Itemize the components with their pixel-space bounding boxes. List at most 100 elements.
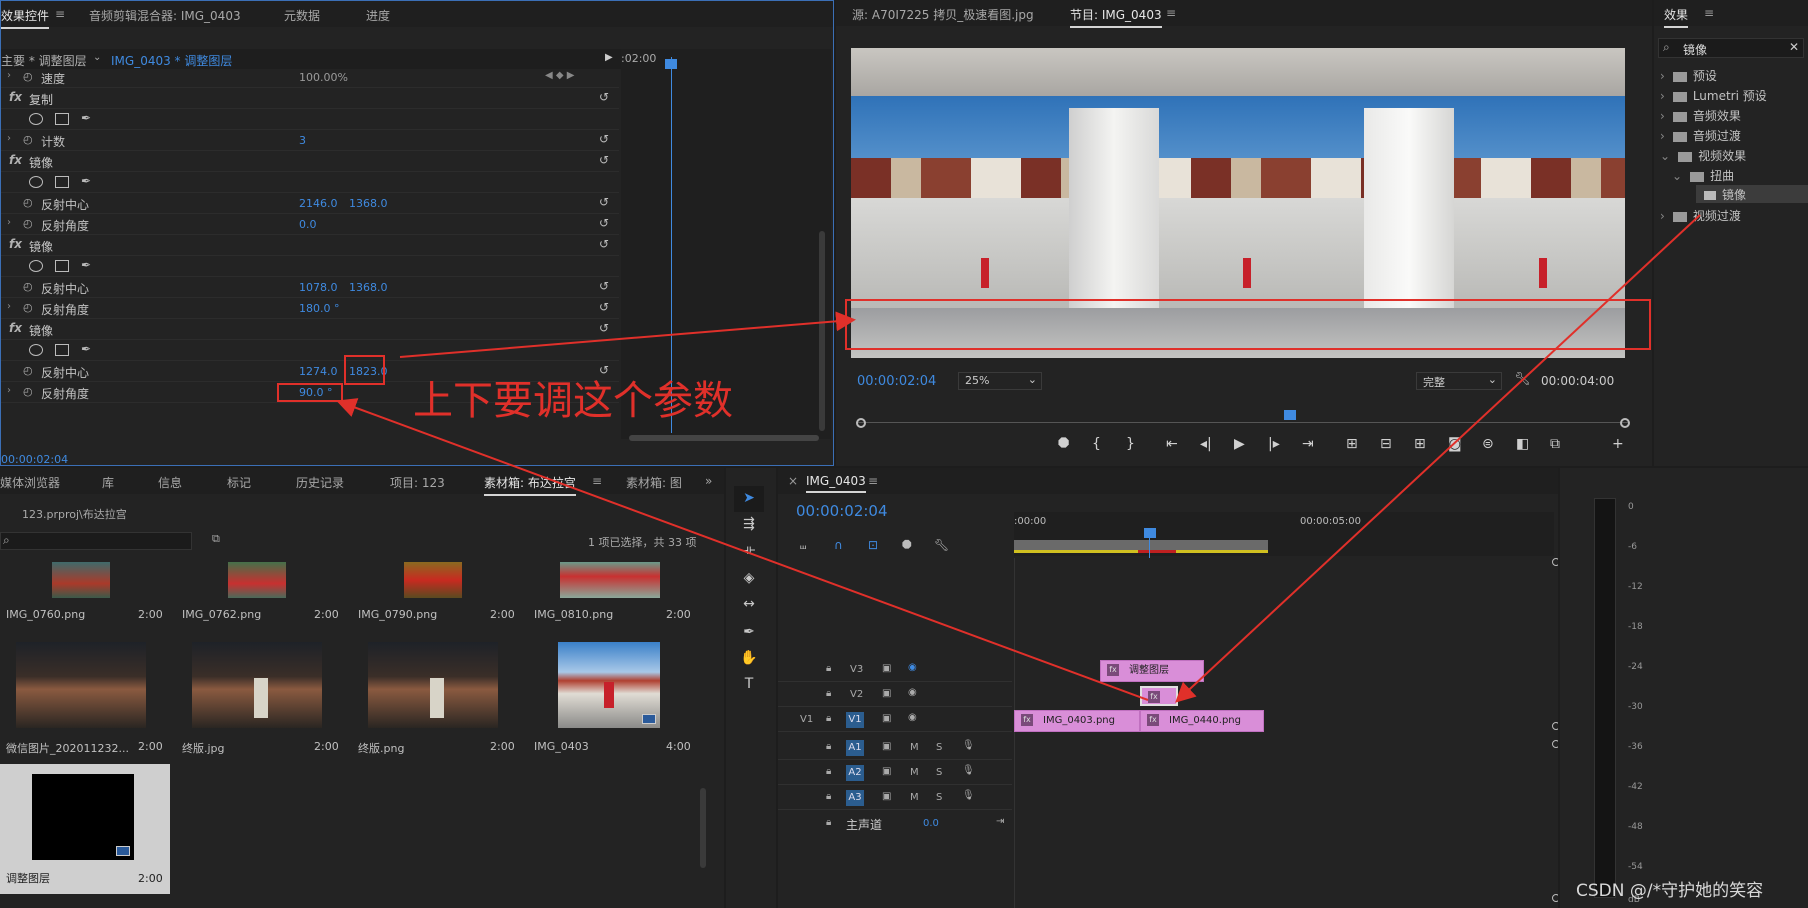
zoom-handle[interactable]	[1552, 558, 1558, 566]
mark-out-icon[interactable]: }	[1126, 436, 1135, 452]
ellipse-mask-icon[interactable]	[29, 260, 43, 272]
reset-icon[interactable]: ↺	[599, 300, 609, 314]
sync-lock-icon[interactable]: ▣	[882, 688, 891, 699]
tab-audio-clip-mixer[interactable]: 音频剪辑混合器: IMG_0403	[89, 7, 241, 24]
zoom-handle[interactable]	[1552, 722, 1558, 730]
reset-icon[interactable]: ↺	[599, 237, 609, 251]
mic-icon[interactable]: 🎙︎	[962, 765, 975, 776]
stopwatch-icon[interactable]: ◴	[23, 280, 33, 293]
menu-icon[interactable]: ≡	[1704, 6, 1714, 20]
vertical-scrollbar[interactable]	[819, 231, 825, 431]
menu-icon[interactable]: ≡	[868, 474, 878, 488]
stopwatch-icon[interactable]: ◴	[23, 133, 33, 146]
lock-icon[interactable]: 🔒︎	[826, 741, 831, 752]
tab-project[interactable]: 项目: 123	[390, 474, 445, 491]
lift-icon[interactable]: ⊞	[1346, 436, 1358, 452]
media-thumbnail[interactable]	[52, 562, 110, 598]
media-thumbnail[interactable]	[192, 642, 322, 728]
media-thumbnail[interactable]	[404, 562, 462, 598]
project-scrollbar[interactable]	[700, 788, 706, 868]
tab-program[interactable]: 节目: IMG_0403	[1070, 6, 1162, 28]
mirror3-row[interactable]: fx 镜像 ↺	[1, 319, 619, 340]
speed-value[interactable]: 100.00%	[299, 71, 348, 84]
tab-bin-potala[interactable]: 素材箱: 布达拉宫	[484, 474, 576, 496]
proxy-icon[interactable]: ⧉	[1550, 436, 1560, 452]
new-search-bin-icon[interactable]: ⧉	[212, 532, 220, 546]
menu-icon[interactable]: ≡	[1166, 6, 1176, 20]
track-target-v1[interactable]: V1	[846, 712, 864, 728]
mark-in-icon[interactable]: {	[1092, 436, 1101, 452]
selection-tool-icon[interactable]: ➤	[738, 490, 760, 510]
rect-mask-icon[interactable]	[55, 344, 69, 356]
track-header-a1[interactable]: 🔒︎ A1 ▣ M S 🎙︎	[778, 736, 1012, 760]
ellipse-mask-icon[interactable]	[29, 113, 43, 125]
ellipse-mask-icon[interactable]	[29, 344, 43, 356]
effects-item-audio-transitions[interactable]: › 音频过渡	[1660, 127, 1741, 144]
center1-y-value[interactable]: 1368.0	[349, 197, 388, 210]
stopwatch-icon[interactable]: ◴	[23, 70, 33, 83]
mirror2-row[interactable]: fx 镜像 ↺	[1, 235, 619, 256]
effect-controls-timecode[interactable]: 00:00:02:04	[1, 453, 68, 465]
insert-icon[interactable]: ⊞	[1414, 436, 1426, 452]
reset-icon[interactable]: ↺	[599, 216, 609, 230]
pen-mask-icon[interactable]: ✒	[81, 174, 91, 188]
lock-icon[interactable]: 🔒︎	[826, 817, 831, 828]
hand-tool-icon[interactable]: ✋	[738, 650, 760, 670]
snap-icon[interactable]: ⧢	[800, 538, 806, 553]
media-thumbnail[interactable]	[368, 642, 498, 728]
compare-icon[interactable]: ◧	[1516, 436, 1529, 452]
add-marker-icon[interactable]: ⯃	[902, 538, 912, 553]
stopwatch-icon[interactable]: ◴	[23, 385, 33, 398]
tab-history[interactable]: 历史记录	[296, 474, 344, 491]
track-header-v2[interactable]: 🔒︎ V2 ▣ ◉	[778, 683, 1012, 707]
center3-x-value[interactable]: 1274.0	[299, 365, 338, 378]
tab-source[interactable]: 源: A70I7225 拷贝_极速看图.jpg	[852, 6, 1034, 23]
lock-icon[interactable]: 🔒︎	[826, 766, 831, 777]
lock-icon[interactable]: 🔒︎	[826, 791, 831, 802]
mic-icon[interactable]: 🎙︎	[962, 790, 975, 801]
effects-item-video-transitions[interactable]: › 视频过渡	[1660, 207, 1741, 224]
step-forward-icon[interactable]: |▸	[1268, 436, 1280, 452]
wrench-icon[interactable]: 🔧︎	[1514, 372, 1531, 387]
track-header-master[interactable]: 🔒︎ 主声道 0.0 ⇥	[778, 812, 1012, 836]
sync-lock-icon[interactable]: ▣	[882, 791, 891, 802]
tab-progress[interactable]: 进度	[366, 7, 390, 24]
scrubber-end-handle[interactable]	[1620, 418, 1630, 428]
copy-effect-row[interactable]: fx 复制 ↺	[1, 88, 619, 109]
stopwatch-icon[interactable]: ◴	[23, 217, 33, 230]
track-target-a1[interactable]: A1	[846, 740, 864, 756]
effects-item-distort[interactable]: ⌄ 扭曲	[1672, 167, 1734, 184]
add-button-icon[interactable]: +	[1612, 436, 1624, 452]
reset-icon[interactable]: ↺	[599, 153, 609, 167]
mute-button[interactable]: M	[910, 742, 919, 753]
expand-arrow-icon[interactable]: ›	[7, 70, 11, 81]
pen-tool-icon[interactable]: ✒	[738, 624, 760, 644]
track-target-a3[interactable]: A3	[846, 790, 864, 806]
magnet-icon[interactable]: ∩	[834, 538, 843, 552]
center2-x-value[interactable]: 1078.0	[299, 281, 338, 294]
media-thumbnail[interactable]	[560, 562, 660, 598]
rect-mask-icon[interactable]	[55, 113, 69, 125]
close-icon[interactable]: ×	[788, 474, 798, 488]
more-tabs-icon[interactable]: »	[705, 474, 712, 488]
project-search-input[interactable]: ⌕	[0, 532, 192, 550]
fx-icon[interactable]: fx	[9, 153, 22, 167]
track-area[interactable]	[1014, 558, 1554, 908]
effects-item-presets[interactable]: › 预设	[1660, 67, 1717, 84]
track-select-tool-icon[interactable]: ⇶	[738, 516, 760, 536]
vr-icon[interactable]: ⊜	[1482, 436, 1494, 452]
solo-button[interactable]: S	[936, 767, 942, 778]
tab-media-browser[interactable]: 媒体浏览器	[0, 474, 60, 491]
sync-lock-icon[interactable]: ▣	[882, 713, 891, 724]
tab-effects[interactable]: 效果	[1664, 6, 1689, 28]
mirror1-row[interactable]: fx 镜像 ↺	[1, 151, 619, 172]
type-tool-icon[interactable]: T	[738, 676, 760, 696]
track-header-v1[interactable]: V1 🔒︎ V1 ▣ ◉	[778, 708, 1012, 732]
program-playhead[interactable]	[1284, 410, 1296, 420]
mute-button[interactable]: M	[910, 792, 919, 803]
play-icon[interactable]: ▶	[1234, 436, 1245, 452]
go-to-out-icon[interactable]: ⇥	[1302, 436, 1314, 452]
rect-mask-icon[interactable]	[55, 176, 69, 188]
menu-icon[interactable]: ≡	[55, 7, 65, 21]
tab-metadata[interactable]: 元数据	[284, 7, 320, 24]
